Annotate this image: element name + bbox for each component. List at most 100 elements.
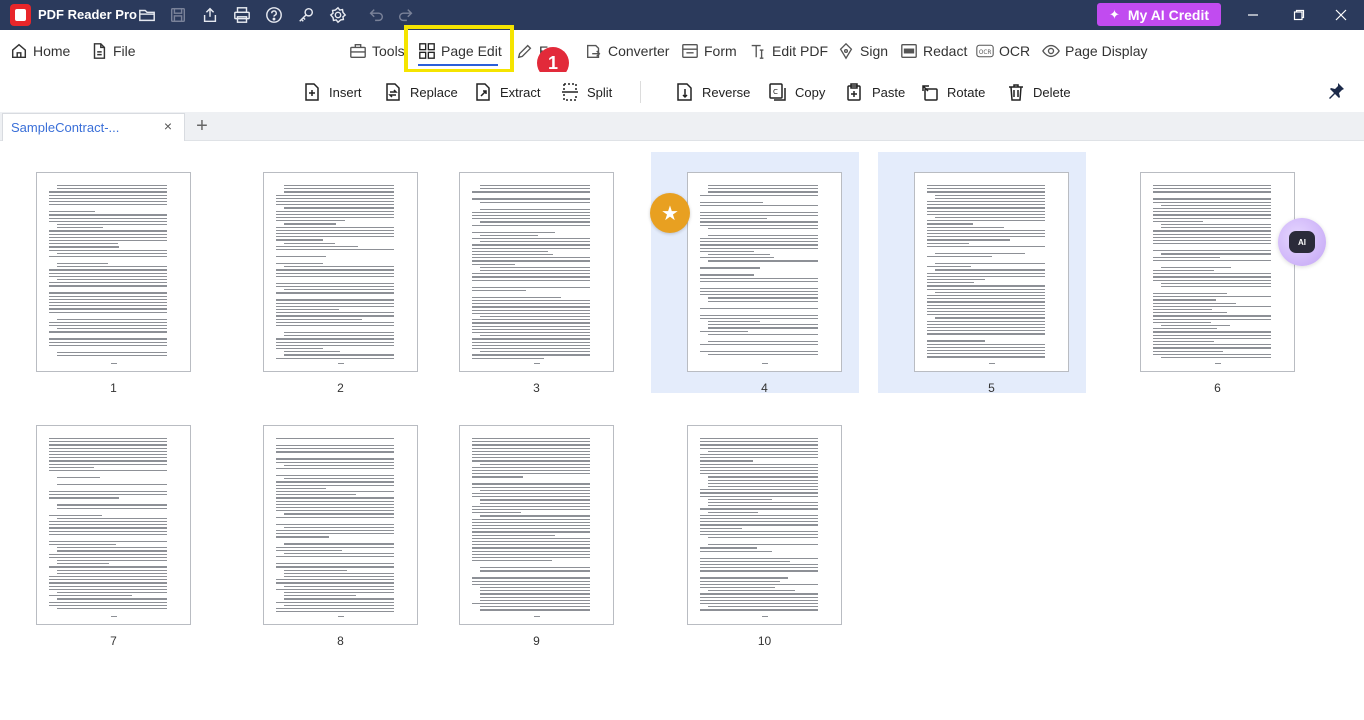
- converter-tab[interactable]: Converter: [585, 40, 669, 62]
- text-line: [284, 553, 394, 555]
- maximize-button[interactable]: [1276, 0, 1322, 30]
- text-line: [472, 438, 590, 440]
- ai-assistant-icon[interactable]: AI: [1278, 218, 1326, 266]
- form-tab[interactable]: Form: [681, 40, 737, 62]
- new-tab-icon[interactable]: +: [192, 115, 212, 137]
- text-line: [472, 273, 590, 275]
- text-line: [935, 317, 1045, 319]
- print-icon[interactable]: [232, 5, 252, 25]
- text-line: [276, 481, 394, 483]
- text-line: [276, 194, 394, 196]
- page-thumbnail[interactable]: [459, 172, 614, 372]
- folder-open-icon[interactable]: [137, 5, 157, 25]
- paste-label: Paste: [872, 84, 906, 100]
- pin-icon[interactable]: [1326, 81, 1346, 101]
- page-thumbnail-slot[interactable]: 4: [651, 152, 859, 395]
- page-thumbnail[interactable]: [459, 425, 614, 625]
- text-line: [700, 294, 818, 296]
- close-tab-icon[interactable]: ×: [161, 118, 175, 134]
- save-icon[interactable]: [168, 5, 188, 25]
- page-thumbnail[interactable]: [263, 172, 418, 372]
- text-line: [49, 272, 167, 274]
- copy-button[interactable]: C Copy: [768, 80, 825, 104]
- key-icon[interactable]: [296, 5, 316, 25]
- text-line: [472, 191, 590, 193]
- text-line: [472, 357, 544, 359]
- text-line: [700, 444, 818, 446]
- text-line: [700, 274, 754, 276]
- page-thumbnail-slot[interactable]: 7: [0, 405, 208, 648]
- page-thumbnail[interactable]: [687, 172, 842, 372]
- page-thumbnail[interactable]: [36, 172, 191, 372]
- split-button[interactable]: Split: [560, 80, 612, 104]
- close-window-button[interactable]: [1318, 0, 1364, 30]
- page-thumbnail-slot[interactable]: 9: [423, 405, 631, 648]
- text-line: [49, 579, 167, 581]
- home-button[interactable]: Home: [10, 40, 70, 62]
- page-thumbnail-slot[interactable]: 2: [227, 152, 435, 395]
- page-display-tab[interactable]: Page Display: [1042, 40, 1148, 62]
- reverse-button[interactable]: Reverse: [675, 80, 750, 104]
- page-thumbnail[interactable]: [1140, 172, 1295, 372]
- page-thumbnail[interactable]: [914, 172, 1069, 372]
- text-line: [57, 550, 167, 552]
- text-line: [276, 341, 394, 343]
- text-line: [700, 564, 818, 566]
- page-thumbnail[interactable]: [263, 425, 418, 625]
- rotate-button[interactable]: Rotate: [920, 80, 985, 104]
- page-number: 5: [988, 381, 995, 395]
- redo-icon[interactable]: [396, 5, 416, 25]
- text-line: [276, 302, 394, 304]
- page-thumbnail[interactable]: [36, 425, 191, 625]
- document-tab[interactable]: SampleContract-...: [2, 113, 185, 141]
- page-number: 7: [110, 634, 117, 648]
- tools-tab[interactable]: Tools: [349, 40, 405, 62]
- edit-pdf-tab[interactable]: Edit PDF: [749, 40, 828, 62]
- text-line: [700, 250, 755, 253]
- text-line: [49, 204, 167, 206]
- text-line: [49, 338, 167, 340]
- minimize-button[interactable]: [1230, 0, 1276, 30]
- text-line: [57, 598, 167, 600]
- text-line: [700, 317, 818, 320]
- redact-tab[interactable]: Redact: [900, 40, 967, 62]
- page-thumbnail-slot[interactable]: 6: [1104, 152, 1312, 395]
- ai-credit-button[interactable]: ✦ My AI Credit: [1097, 3, 1221, 26]
- text-line: [284, 351, 340, 353]
- ocr-tab[interactable]: OCR OCR: [976, 40, 1030, 62]
- delete-button[interactable]: Delete: [1006, 80, 1071, 104]
- copy-label: Copy: [795, 84, 826, 100]
- star-icon[interactable]: ★: [650, 193, 690, 233]
- text-line: [49, 194, 167, 196]
- page-footer-mark: [762, 616, 768, 618]
- text-line: [472, 276, 590, 278]
- text-line: [472, 238, 590, 240]
- text-line: [927, 340, 985, 342]
- page-thumbnail[interactable]: [687, 425, 842, 625]
- sign-tab[interactable]: Sign: [837, 40, 888, 62]
- extract-button[interactable]: Extract: [473, 80, 540, 104]
- text-line: [472, 550, 590, 552]
- paste-button[interactable]: Paste: [845, 80, 905, 104]
- text-line: [935, 217, 1045, 219]
- text-line: [1153, 270, 1214, 272]
- settings-icon[interactable]: [328, 5, 348, 25]
- page-thumbnail-slot[interactable]: 8: [227, 405, 435, 648]
- page-thumbnail-slot[interactable]: 3: [423, 152, 631, 395]
- text-line: [700, 466, 818, 469]
- text-line: [927, 226, 1004, 228]
- page-thumbnail-slot[interactable]: 1: [0, 152, 208, 395]
- page-thumbnail-slot[interactable]: 5: [878, 152, 1086, 395]
- text-line: [927, 210, 1045, 212]
- page-thumbnail-slot[interactable]: 10: [651, 405, 859, 648]
- share-icon[interactable]: [200, 5, 220, 25]
- help-icon[interactable]: [264, 5, 284, 25]
- text-line: [927, 311, 1045, 313]
- text-line: [708, 191, 818, 193]
- text-line: [284, 207, 394, 209]
- insert-button[interactable]: Insert: [302, 80, 362, 104]
- undo-icon[interactable]: [366, 5, 386, 25]
- replace-button[interactable]: Replace: [383, 80, 458, 104]
- text-line: [472, 537, 590, 540]
- file-button[interactable]: File: [90, 40, 136, 62]
